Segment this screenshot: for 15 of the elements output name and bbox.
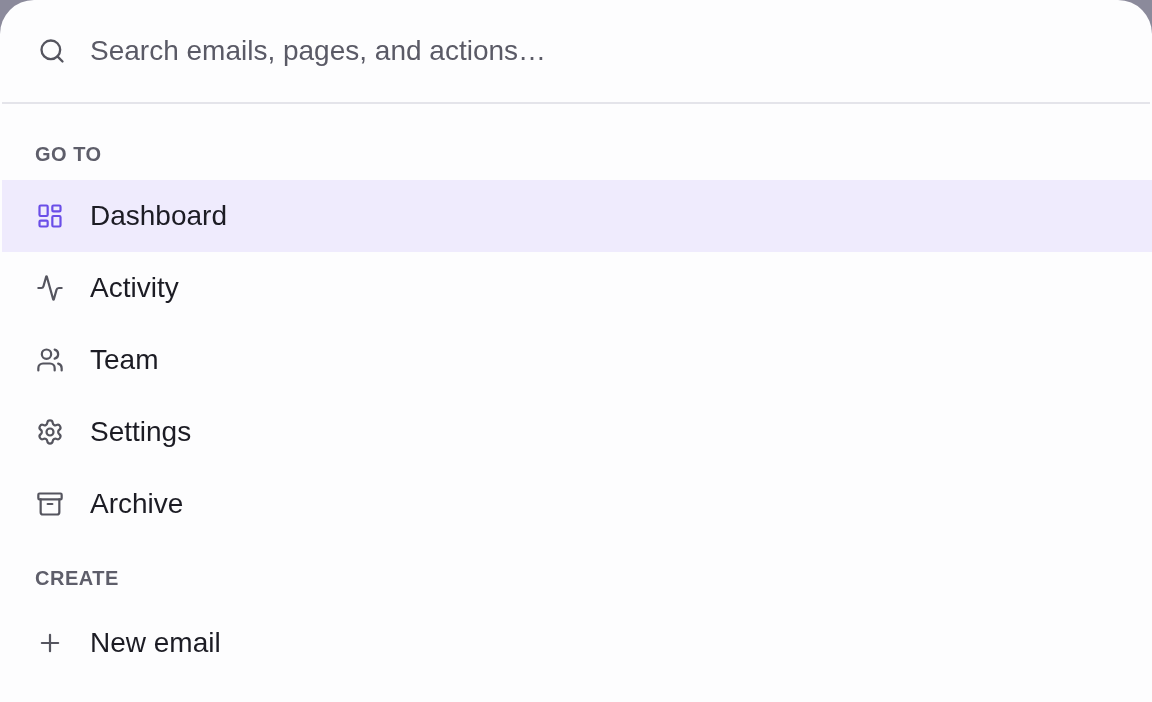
search-field[interactable]: Search emails, pages, and actions… [90,33,1126,69]
section-heading: CREATE [35,567,119,589]
menu-item[interactable]: Archive [2,468,1152,540]
pulse-line-icon [36,274,64,302]
archive-box-icon [36,490,64,518]
menu-item[interactable]: Team [2,324,1152,396]
search-icon [38,37,66,65]
dashboard-icon [36,202,64,230]
section-heading: GO TO [35,143,102,165]
menu-item[interactable]: Dashboard [2,180,1152,252]
menu-item[interactable]: Settings [2,396,1152,468]
settings-icon [36,418,64,446]
menu-item[interactable]: Activity [2,252,1152,324]
menu-item[interactable]: New email [2,607,1152,679]
people-icon [36,346,64,374]
